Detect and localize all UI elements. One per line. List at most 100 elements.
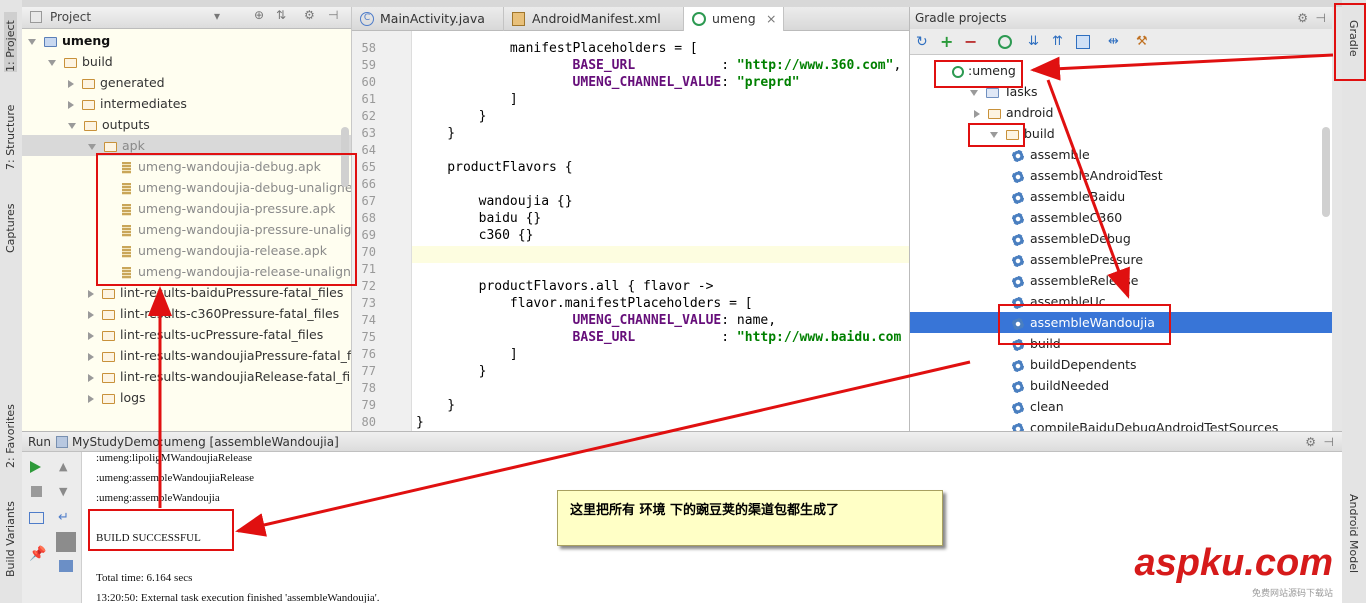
gradle-tree-item[interactable]: assembleAndroidTest xyxy=(1012,165,1163,186)
tab-umeng[interactable]: umeng × xyxy=(684,7,784,31)
gradle-scrollbar[interactable] xyxy=(1322,127,1330,217)
folder-icon xyxy=(102,372,115,383)
run-settings-icon[interactable]: ⚙ xyxy=(1305,432,1316,452)
gradle-tree-item[interactable]: assembleC360 xyxy=(1012,207,1122,228)
gradle-tree-item[interactable]: assembleBaidu xyxy=(1012,186,1125,207)
code-line[interactable]: BASE_URL : "http://www.baidu.com xyxy=(416,329,902,346)
sync-scroll-icon[interactable]: ⊕ xyxy=(254,8,264,22)
collapse-all-gradle-icon[interactable]: ⇈ xyxy=(1052,35,1066,49)
folder-icon xyxy=(102,330,115,341)
project-panel-title[interactable]: Project xyxy=(50,10,91,24)
expand-arrow-icon[interactable] xyxy=(68,79,74,88)
code-line[interactable]: baidu {} xyxy=(416,210,542,227)
project-tree-item[interactable]: lint-results-wandoujiaPressure-fatal_fil… xyxy=(88,345,351,366)
tool-tab-structure[interactable]: 7: Structure xyxy=(4,100,17,170)
project-tree-item[interactable]: generated xyxy=(68,72,165,93)
project-tree-item[interactable]: umeng xyxy=(28,30,110,51)
tool-tab-captures[interactable]: Captures xyxy=(4,198,17,253)
gradle-tree-item[interactable]: assembleRelease xyxy=(1012,270,1139,291)
code-line[interactable]: } xyxy=(416,397,455,414)
collapse-all-icon[interactable]: ⇅ xyxy=(276,8,286,22)
code-line[interactable]: } xyxy=(416,363,487,380)
gradle-tree-item[interactable]: compileBaiduDebugAndroidTestSources xyxy=(1012,417,1278,431)
code-line[interactable]: c360 {} xyxy=(416,227,534,244)
code-line[interactable]: productFlavors { xyxy=(416,159,572,176)
scroll-to-end-icon[interactable] xyxy=(56,532,76,552)
code-line[interactable]: } xyxy=(416,125,455,142)
settings-gear-icon[interactable]: ⚙ xyxy=(304,8,315,22)
gradle-tree-item[interactable]: android xyxy=(974,102,1053,123)
collapse-arrow-icon[interactable] xyxy=(88,143,96,150)
project-tree-item[interactable]: lint-results-wandoujiaRelease-fatal_file… xyxy=(88,366,351,387)
folder-icon xyxy=(102,309,115,320)
tree-toggle-icon[interactable] xyxy=(970,89,978,96)
gradle-tree-item[interactable]: buildDependents xyxy=(1012,354,1137,375)
expand-arrow-icon[interactable] xyxy=(88,373,94,382)
gradle-tree-item[interactable]: assembleDebug xyxy=(1012,228,1131,249)
project-tree-item[interactable]: build xyxy=(48,51,113,72)
collapse-arrow-icon[interactable] xyxy=(48,59,56,66)
collapse-arrow-icon[interactable] xyxy=(68,122,76,129)
project-tree-item[interactable]: logs xyxy=(88,387,146,408)
gradle-tree-item[interactable]: assemblePressure xyxy=(1012,249,1143,270)
code-line[interactable]: ] xyxy=(416,91,518,108)
collapse-arrow-icon[interactable] xyxy=(28,38,36,45)
expand-arrow-icon[interactable] xyxy=(88,289,94,298)
layout-icon[interactable] xyxy=(29,512,44,524)
tab-mainactivity[interactable]: C MainActivity.java xyxy=(352,7,504,31)
expand-all-icon[interactable]: ⇊ xyxy=(1028,35,1042,49)
gradle-tree-item[interactable]: clean xyxy=(1012,396,1064,417)
code-line[interactable]: ] xyxy=(416,346,518,363)
tool-tab-project[interactable]: 1: Project xyxy=(4,12,17,72)
stop-icon[interactable] xyxy=(31,486,42,497)
run-hide-icon[interactable]: ⊣ xyxy=(1324,432,1334,452)
soft-wrap-icon[interactable]: ↵ xyxy=(58,510,69,525)
gradle-task-icon xyxy=(1012,380,1024,393)
view-dropdown-icon[interactable]: ▾ xyxy=(214,9,220,23)
close-tab-icon[interactable]: × xyxy=(766,7,776,31)
tab-androidmanifest[interactable]: AndroidManifest.xml xyxy=(504,7,684,31)
code-line[interactable]: wandoujia {} xyxy=(416,193,573,210)
tool-tab-favorites[interactable]: 2: Favorites xyxy=(4,398,17,468)
remove-icon[interactable]: − xyxy=(964,34,978,50)
code-line[interactable]: UMENG_CHANNEL_VALUE: name, xyxy=(416,312,777,329)
refresh-icon[interactable]: ↻ xyxy=(916,35,930,49)
gradle-tree-item[interactable]: assemble xyxy=(1012,144,1090,165)
code-line[interactable]: UMENG_CHANNEL_VALUE: "preprd" xyxy=(416,74,800,91)
rerun-icon[interactable] xyxy=(30,461,41,473)
print-icon[interactable] xyxy=(59,560,73,572)
code-line[interactable]: productFlavors.all { flavor -> xyxy=(416,278,714,295)
gradle-hide-icon[interactable]: ⊣ xyxy=(1316,7,1326,29)
gradle-task-icon xyxy=(1012,422,1024,431)
tool-tab-build-variants[interactable]: Build Variants xyxy=(4,497,17,577)
scroll-up-icon[interactable]: ▲ xyxy=(59,460,67,473)
gradle-config-icon[interactable]: ⚒ xyxy=(1136,35,1150,49)
tool-tab-android-model[interactable]: Android Model xyxy=(1347,494,1360,573)
code-line[interactable]: } xyxy=(416,414,424,431)
expand-arrow-icon[interactable] xyxy=(88,331,94,340)
hide-panel-icon[interactable]: ⊣ xyxy=(328,8,338,22)
code-line[interactable]: manifestPlaceholders = [ xyxy=(416,40,698,57)
add-icon[interactable]: + xyxy=(940,34,954,50)
expand-arrow-icon[interactable] xyxy=(88,352,94,361)
code-line[interactable]: BASE_URL : "http://www.360.com", xyxy=(416,57,902,74)
gradle-settings-icon[interactable]: ⚙ xyxy=(1297,7,1308,29)
code-line[interactable]: flavor.manifestPlaceholders = [ xyxy=(416,295,753,312)
project-tree-item[interactable]: intermediates xyxy=(68,93,187,114)
scroll-down-icon[interactable]: ▼ xyxy=(59,485,67,498)
offline-mode-icon[interactable]: ⇹ xyxy=(1108,35,1122,49)
project-tree-item[interactable]: lint-results-ucPressure-fatal_files xyxy=(88,324,323,345)
execute-task-icon[interactable] xyxy=(998,35,1012,49)
watermark-logo: aspku.com xyxy=(1134,542,1333,584)
expand-arrow-icon[interactable] xyxy=(88,310,94,319)
expand-arrow-icon[interactable] xyxy=(68,100,74,109)
group-tasks-icon[interactable] xyxy=(1076,35,1090,49)
ide-window: 1: Project 7: Structure Captures 2: Favo… xyxy=(0,0,1366,603)
pin-icon[interactable]: 📌 xyxy=(29,546,46,562)
expand-arrow-icon[interactable] xyxy=(88,394,94,403)
gradle-tree-item[interactable]: buildNeeded xyxy=(1012,375,1109,396)
code-line[interactable]: } xyxy=(416,108,487,125)
project-tree-item[interactable]: lint-results-c360Pressure-fatal_files xyxy=(88,303,339,324)
tree-toggle-icon[interactable] xyxy=(974,109,980,118)
project-tree-item[interactable]: outputs xyxy=(68,114,150,135)
